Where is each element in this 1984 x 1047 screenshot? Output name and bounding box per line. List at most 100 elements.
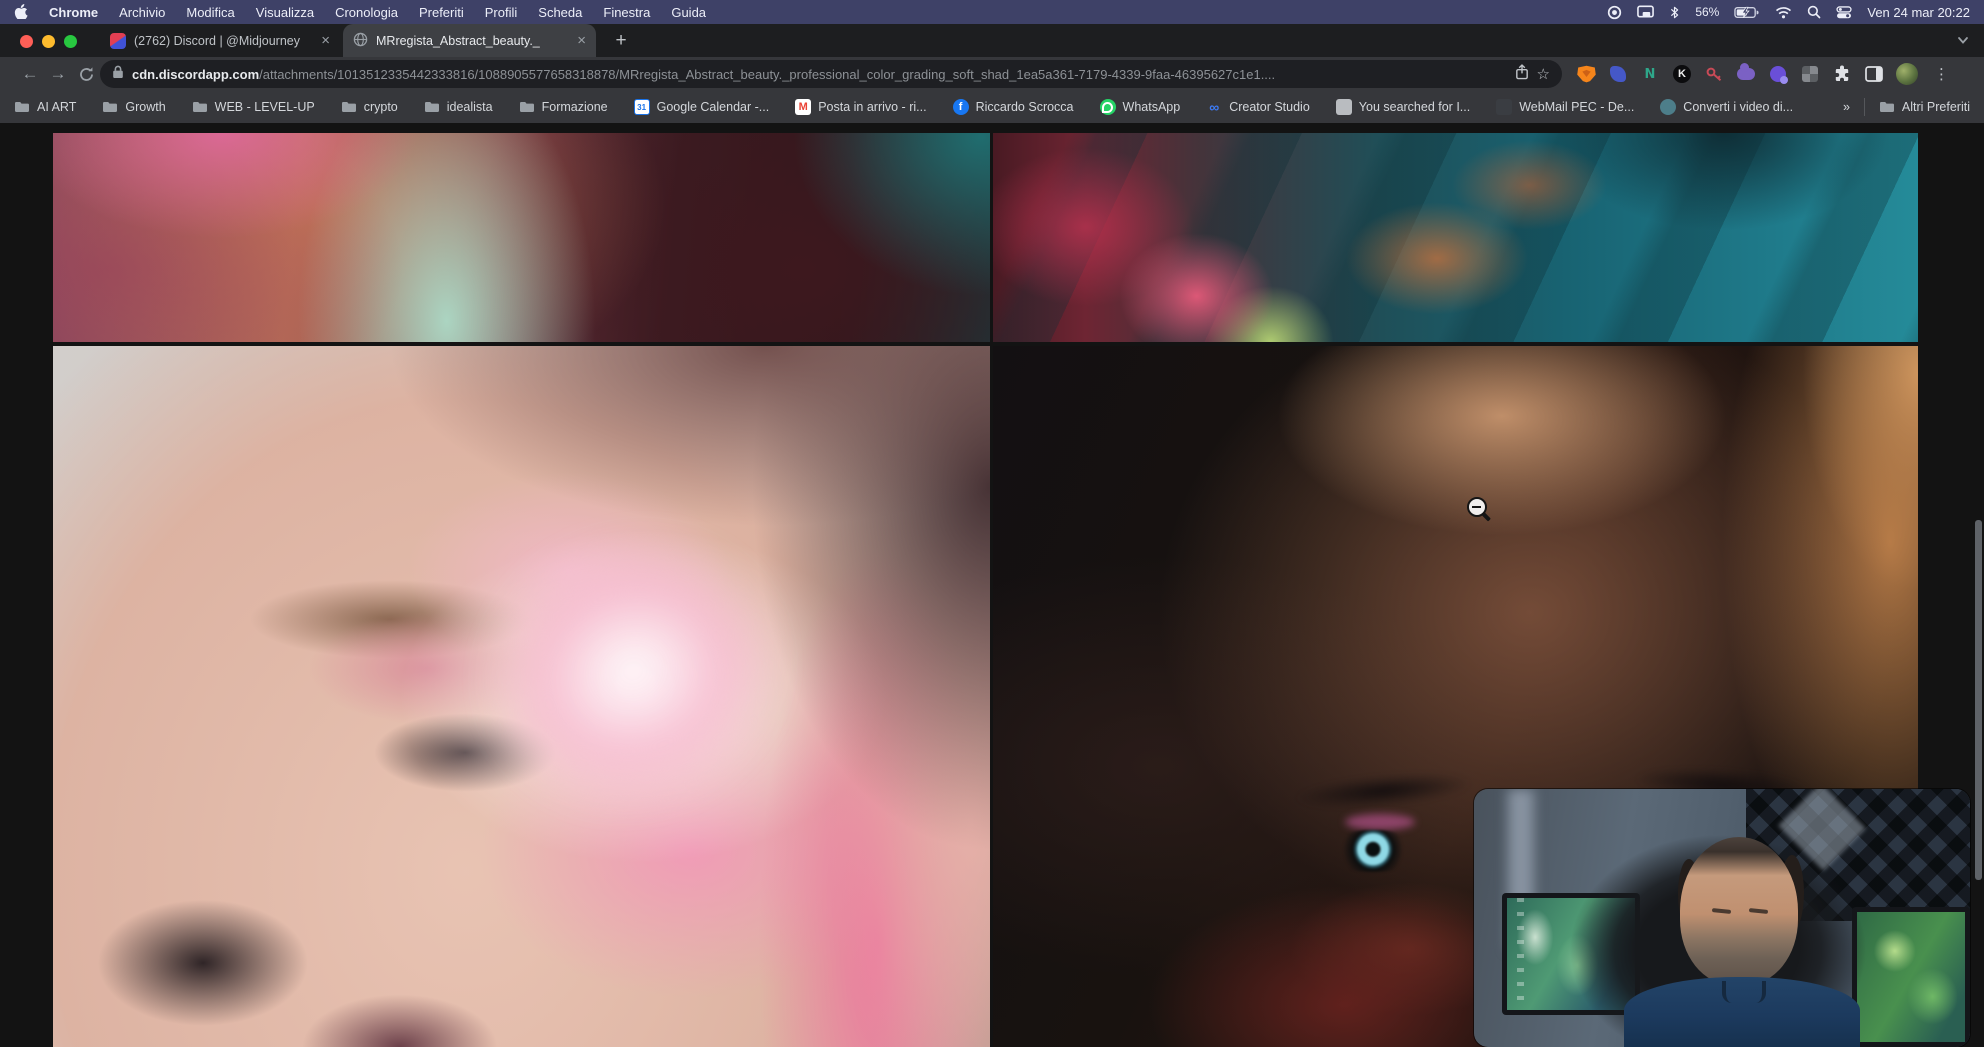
bookmarks-overflow-chevron[interactable]: »: [1843, 100, 1850, 114]
wifi-icon[interactable]: [1775, 6, 1792, 19]
bookmark-gmail-inbox[interactable]: M Posta in arrivo - ri...: [795, 99, 926, 115]
extensions-row: N K ⋮: [1576, 63, 1953, 85]
bookmarks-bar: AI ART Growth WEB - LEVEL-UP crypto idea…: [0, 91, 1984, 123]
bookmark-converti-video[interactable]: Converti i video di...: [1660, 99, 1793, 115]
menu-preferiti[interactable]: Preferiti: [419, 5, 464, 20]
bookmarks-right-group: » Altri Preferiti: [1843, 98, 1970, 116]
bookmark-whatsapp[interactable]: WhatsApp: [1100, 99, 1181, 115]
bookmark-label: WhatsApp: [1123, 100, 1181, 114]
screen-mirroring-icon[interactable]: [1637, 5, 1654, 19]
bookmark-folder-formazione[interactable]: Formazione: [519, 100, 608, 114]
generated-image-quadrant-top-right[interactable]: [993, 133, 1918, 342]
tab-close-icon[interactable]: ×: [577, 33, 586, 48]
other-bookmarks-folder[interactable]: Altri Preferiti: [1879, 100, 1970, 114]
bookmark-star-icon[interactable]: ☆: [1537, 65, 1550, 83]
facebook-favicon: f: [953, 99, 969, 115]
bookmark-label: Google Calendar -...: [657, 100, 770, 114]
bookmark-you-searched[interactable]: You searched for I...: [1336, 99, 1470, 115]
menu-chrome[interactable]: Chrome: [49, 5, 98, 20]
tab-title: (2762) Discord | @Midjourney: [134, 34, 313, 48]
bookmarks-divider: [1864, 98, 1865, 116]
battery-charging-icon[interactable]: [1734, 6, 1760, 19]
back-button[interactable]: ←: [16, 64, 44, 84]
menu-guida[interactable]: Guida: [671, 5, 706, 20]
tab-title: MRregista_Abstract_beauty._: [376, 34, 569, 48]
extension-k-icon[interactable]: K: [1672, 64, 1692, 84]
bookmark-folder-idealista[interactable]: idealista: [424, 100, 493, 114]
reload-button[interactable]: [72, 66, 100, 83]
record-icon[interactable]: [1607, 5, 1622, 20]
bookmark-folder-crypto[interactable]: crypto: [341, 100, 398, 114]
bookmark-label: Growth: [125, 100, 165, 114]
folder-icon: [192, 101, 208, 113]
bookmark-webmail-pec[interactable]: WebMail PEC - De...: [1496, 99, 1634, 115]
scrollbar-thumb[interactable]: [1975, 520, 1982, 880]
menu-cronologia[interactable]: Cronologia: [335, 5, 398, 20]
omnibox-url-field[interactable]: cdn.discordapp.com/attachments/101351233…: [100, 60, 1562, 88]
forward-button[interactable]: →: [44, 64, 72, 84]
extension-n-icon[interactable]: N: [1640, 64, 1660, 84]
extensions-puzzle-icon[interactable]: [1832, 64, 1852, 84]
bookmark-label: WebMail PEC - De...: [1519, 100, 1634, 114]
tab-search-chevron-icon[interactable]: [1956, 33, 1970, 52]
url-domain: cdn.discordapp.com: [132, 67, 259, 82]
tab-discord[interactable]: (2762) Discord | @Midjourney ×: [100, 24, 340, 57]
spotlight-search-icon[interactable]: [1807, 5, 1821, 19]
bookmark-label: AI ART: [37, 100, 76, 114]
webmail-favicon: [1496, 99, 1512, 115]
tab-image-active[interactable]: MRregista_Abstract_beauty._ ×: [343, 24, 596, 57]
document-favicon: [1336, 99, 1352, 115]
webcam-overlay: [1474, 789, 1970, 1047]
apple-logo-icon[interactable]: [14, 3, 28, 22]
profile-avatar[interactable]: [1896, 63, 1918, 85]
menu-archivio[interactable]: Archivio: [119, 5, 165, 20]
extension-key-icon[interactable]: [1704, 64, 1724, 84]
lock-icon: [112, 65, 124, 84]
menu-kebab-icon[interactable]: ⋮: [1930, 65, 1953, 83]
menu-profili[interactable]: Profili: [485, 5, 518, 20]
side-panel-icon[interactable]: [1864, 64, 1884, 84]
bookmark-label: You searched for I...: [1359, 100, 1470, 114]
extension-blue-icon[interactable]: [1608, 64, 1628, 84]
bookmark-google-calendar[interactable]: 31 Google Calendar -...: [634, 99, 770, 115]
bookmark-folder-web-level-up[interactable]: WEB - LEVEL-UP: [192, 100, 315, 114]
control-center-icon[interactable]: [1836, 6, 1852, 19]
share-icon[interactable]: [1515, 64, 1529, 85]
left-eyebrow: [1292, 768, 1474, 814]
battery-percentage[interactable]: 56%: [1695, 5, 1719, 19]
tab-close-icon[interactable]: ×: [321, 33, 330, 48]
meta-favicon: ∞: [1206, 99, 1222, 115]
menu-scheda[interactable]: Scheda: [538, 5, 582, 20]
menu-modifica[interactable]: Modifica: [186, 5, 234, 20]
generated-image-quadrant-bottom-left-portrait[interactable]: [53, 346, 990, 1047]
bookmark-creator-studio[interactable]: ∞ Creator Studio: [1206, 99, 1310, 115]
folder-icon: [1879, 101, 1895, 113]
window-minimize-button[interactable]: [42, 35, 55, 48]
left-eye: [1323, 830, 1423, 872]
discord-favicon: [110, 33, 126, 49]
whatsapp-favicon: [1100, 99, 1116, 115]
extension-cloud-icon[interactable]: [1736, 64, 1756, 84]
folder-icon: [102, 101, 118, 113]
bluetooth-icon[interactable]: [1669, 5, 1680, 20]
extension-grid-icon[interactable]: [1800, 64, 1820, 84]
macos-menubar: Chrome Archivio Modifica Visualizza Cron…: [0, 0, 1984, 24]
menu-finestra[interactable]: Finestra: [603, 5, 650, 20]
presenter-collar: [1722, 981, 1766, 1003]
bookmark-folder-growth[interactable]: Growth: [102, 100, 165, 114]
chrome-toolbar: ← → cdn.discordapp.com/attachments/10135…: [0, 57, 1984, 91]
folder-icon: [14, 101, 30, 113]
menu-visualizza[interactable]: Visualizza: [256, 5, 314, 20]
new-tab-button[interactable]: +: [608, 28, 634, 54]
folder-icon: [519, 101, 535, 113]
extension-purple-icon[interactable]: [1768, 64, 1788, 84]
window-zoom-button[interactable]: [64, 35, 77, 48]
window-close-button[interactable]: [20, 35, 33, 48]
chrome-tab-strip: (2762) Discord | @Midjourney × MRregista…: [0, 24, 1984, 57]
menubar-clock[interactable]: Ven 24 mar 20:22: [1867, 5, 1970, 20]
extension-metamask-icon[interactable]: [1576, 64, 1596, 84]
generated-image-quadrant-top-left[interactable]: [53, 133, 990, 342]
bookmark-folder-ai-art[interactable]: AI ART: [14, 100, 76, 114]
bookmark-label: Creator Studio: [1229, 100, 1310, 114]
bookmark-facebook-profile[interactable]: f Riccardo Scrocca: [953, 99, 1074, 115]
